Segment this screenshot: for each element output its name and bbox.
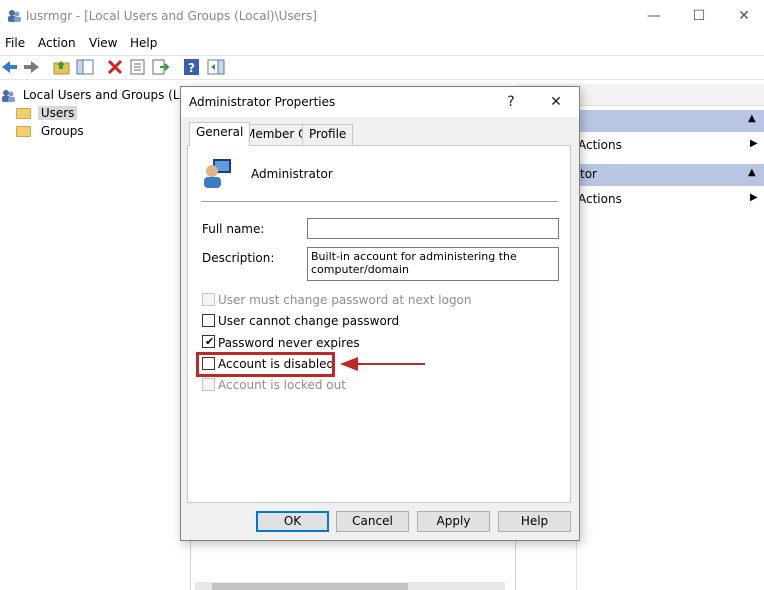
menu-action[interactable]: Action — [38, 36, 76, 50]
console-tree — [0, 82, 180, 590]
back-icon[interactable] — [0, 58, 20, 76]
user-avatar-icon — [204, 159, 231, 188]
collapse-up-icon: ▲ — [748, 113, 756, 124]
minimize-button[interactable]: — — [641, 6, 667, 26]
apply-button[interactable]: Apply — [417, 511, 490, 532]
maximize-button[interactable]: ☐ — [686, 6, 712, 26]
annotation-arrowhead-icon — [340, 357, 358, 371]
submenu-arrow-icon: ▶ — [750, 138, 758, 149]
password-never-expires-label: Password never expires — [218, 336, 360, 350]
actions-section-users[interactable]: ▲ — [576, 110, 764, 132]
must-change-password-checkbox[interactable] — [202, 293, 215, 306]
menu-help[interactable]: Help — [130, 36, 157, 50]
up-folder-icon[interactable] — [52, 58, 72, 76]
account-locked-out-checkbox[interactable] — [202, 378, 215, 391]
dialog-title: Administrator Properties — [189, 95, 336, 109]
submenu-arrow-icon: ▶ — [750, 192, 758, 203]
description-label: Description: — [202, 251, 275, 265]
action-pane-icon[interactable] — [206, 58, 226, 76]
cannot-change-password-label: User cannot change password — [218, 314, 400, 328]
forward-icon[interactable] — [21, 58, 41, 76]
users-icon — [2, 89, 15, 102]
menu-view[interactable]: View — [89, 36, 117, 50]
actions-more-administrator[interactable]: Actions — [578, 192, 622, 206]
full-name-label: Full name: — [202, 222, 265, 236]
actions-section-administrator[interactable]: tor ▲ — [576, 164, 764, 186]
account-locked-out-label: Account is locked out — [218, 378, 346, 392]
scrollbar-thumb[interactable] — [212, 583, 408, 590]
cannot-change-password-checkbox[interactable] — [202, 314, 215, 327]
folder-icon — [16, 108, 31, 119]
menu-file[interactable]: File — [5, 36, 25, 50]
tab-profile[interactable]: Profile — [302, 124, 354, 145]
collapse-up-icon: ▲ — [748, 167, 756, 178]
help-icon[interactable]: ? — [182, 58, 202, 76]
ok-button[interactable]: OK — [256, 511, 329, 532]
users-app-icon — [8, 10, 21, 22]
checkmark-icon: ✔ — [205, 335, 215, 348]
properties-icon[interactable] — [128, 58, 148, 76]
window-title: lusrmgr - [Local Users and Groups (Local… — [26, 9, 317, 23]
full-name-field[interactable] — [307, 218, 559, 239]
password-never-expires-checkbox[interactable]: ✔ — [202, 335, 215, 348]
folder-icon — [16, 126, 31, 137]
tree-item-users-label: Users — [37, 106, 78, 120]
dialog-help-button[interactable]: ? — [500, 92, 522, 112]
tree-item-groups[interactable]: Groups — [16, 122, 84, 140]
description-field[interactable]: Built-in account for administering the c… — [307, 247, 559, 281]
cancel-button[interactable]: Cancel — [336, 511, 409, 532]
help-button[interactable]: Help — [498, 511, 571, 532]
close-button[interactable]: ✕ — [731, 6, 757, 26]
export-list-icon[interactable] — [151, 58, 171, 76]
svg-text:?: ? — [188, 61, 195, 75]
actions-more-users[interactable]: Actions — [578, 138, 622, 152]
tree-item-users[interactable]: Users — [16, 104, 78, 122]
delete-icon[interactable] — [105, 58, 125, 76]
user-name: Administrator — [251, 167, 333, 181]
tree-item-root[interactable]: Local Users and Groups (Local) — [0, 86, 209, 104]
divider — [201, 201, 558, 202]
tab-general[interactable]: General — [189, 122, 251, 146]
show-hide-tree-icon[interactable] — [75, 58, 95, 76]
must-change-password-label: User must change password at next logon — [218, 293, 472, 307]
annotation-arrow-line — [356, 363, 425, 365]
annotation-highlight-box — [196, 352, 335, 377]
tree-item-groups-label: Groups — [40, 124, 84, 138]
dialog-close-button[interactable]: ✕ — [545, 92, 567, 112]
